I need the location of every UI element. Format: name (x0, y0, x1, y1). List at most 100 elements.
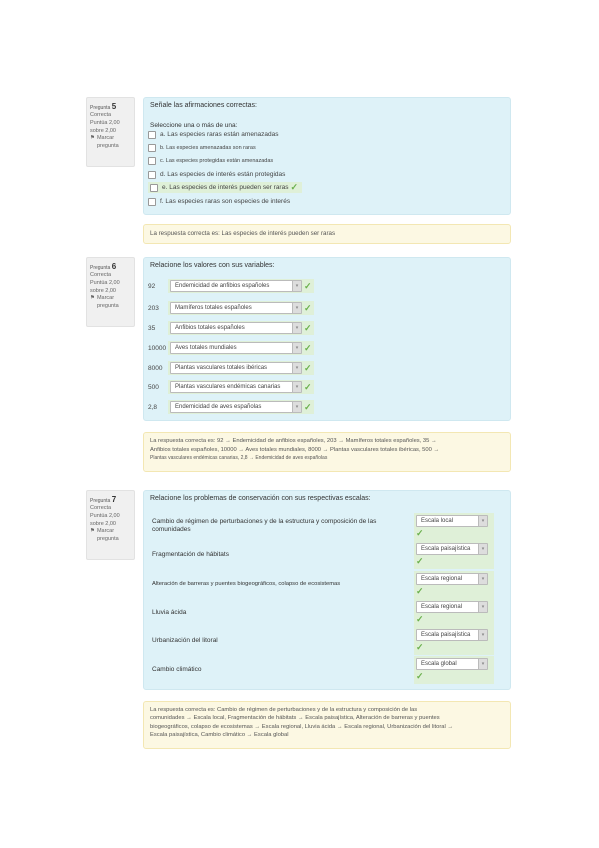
answer-select[interactable]: Plantas vasculares totales ibéricas ▾ (170, 362, 302, 374)
match-value: 8000 (148, 364, 163, 372)
chevron-down-icon: ▾ (478, 602, 487, 612)
check-icon: ✓ (304, 381, 312, 392)
match-row: 8000 Plantas vasculares totales ibéricas… (148, 361, 314, 375)
feedback-5: La respuesta correcta es: Las especies d… (143, 224, 511, 244)
match-value: 35 (148, 324, 156, 332)
check-icon: ✓ (416, 614, 424, 624)
scale-cell: Escala global ▾ ✓ (414, 656, 494, 684)
answer-select[interactable]: Endemicidad de aves españolas ▾ (170, 401, 302, 413)
question-prompt: Relacione los problemas de conservación … (150, 495, 371, 502)
scale-cell: Escala paisajística ▾ ✓ (414, 541, 494, 569)
problem-label: Urbanización del litoral (152, 637, 218, 644)
check-icon: ✓ (304, 362, 312, 373)
check-icon: ✓ (416, 642, 424, 652)
problem-label: Alteración de barreras y puentes biogeog… (152, 581, 341, 587)
correct-answer-line: biogeográficos, colapso de ecosistemas →… (150, 723, 454, 730)
check-icon: ✓ (304, 302, 312, 313)
option-b[interactable]: b. Las especies amenazadas son raras (148, 142, 256, 153)
flag-question-link[interactable]: ⚑ Marcar pregunta (90, 528, 131, 543)
answer-select[interactable]: Mamíferos totales españoles ▾ (170, 302, 302, 314)
match-row: 92 Endemicidad de anfibios españoles ▾ ✓ (148, 279, 314, 293)
chevron-down-icon: ▾ (478, 630, 487, 640)
question-prompt: Relacione los valores con sus variables: (150, 262, 275, 269)
match-row: 2,8 Endemicidad de aves españolas ▾ ✓ (148, 400, 314, 414)
flag-icon: ⚑ (90, 135, 95, 142)
chevron-down-icon: ▾ (292, 281, 301, 291)
question-score: Puntúa 2,00 sobre 2,00 (90, 512, 120, 527)
correct-answer-text: La respuesta correcta es: Las especies d… (150, 230, 336, 237)
chevron-down-icon: ▾ (292, 402, 301, 412)
correct-answer-line: Plantas vasculares endémicas canarias, 2… (150, 454, 328, 461)
checkbox-checked[interactable] (150, 183, 158, 192)
checkbox[interactable] (148, 156, 156, 165)
scale-select[interactable]: Escala regional ▾ (416, 601, 488, 613)
correct-answer-line: comunidades → Escala local, Fragmentació… (150, 715, 440, 722)
scale-select[interactable]: Escala paisajística ▾ (416, 629, 488, 641)
match-value: 203 (148, 304, 159, 312)
answer-select[interactable]: Anfibios totales españoles ▾ (170, 322, 302, 334)
scale-select[interactable]: Escala local ▾ (416, 515, 488, 527)
match-row: 35 Anfibios totales españoles ▾ ✓ (148, 321, 314, 335)
problem-label: Cambio de régimen de perturbaciones y de… (152, 518, 377, 534)
chevron-down-icon: ▾ (478, 574, 487, 584)
checkbox[interactable] (148, 197, 156, 206)
scale-cell: Escala local ▾ ✓ (414, 513, 494, 541)
correct-answer-line: Escala paisajística, Cambio climático → … (150, 732, 289, 739)
question-info-6: Pregunta 6 Correcta Puntúa 2,00 sobre 2,… (86, 257, 135, 327)
question-body-6: Relacione los valores con sus variables:… (143, 257, 511, 421)
flag-question-link[interactable]: ⚑ Marcar pregunta (90, 295, 131, 310)
check-icon: ✓ (416, 671, 424, 681)
checkbox[interactable] (148, 170, 156, 179)
question-status: Correcta (90, 505, 112, 512)
check-icon: ✓ (304, 401, 312, 412)
scale-select[interactable]: Escala regional ▾ (416, 573, 488, 585)
problem-label: Cambio climático (152, 666, 202, 673)
flag-question-link[interactable]: ⚑ Marcar pregunta (90, 135, 131, 150)
question-label: Pregunta (90, 498, 111, 504)
check-icon: ✓ (304, 322, 312, 333)
answer-select[interactable]: Plantas vasculares endémicas canarias ▾ (170, 381, 302, 393)
match-row: 10000 Aves totales mundiales ▾ ✓ (148, 341, 314, 355)
question-number: 7 (111, 495, 117, 504)
chevron-down-icon: ▾ (292, 343, 301, 353)
match-row: 203 Mamíferos totales españoles ▾ ✓ (148, 301, 314, 315)
checkbox[interactable] (148, 130, 156, 139)
scale-cell: Escala paisajística ▾ ✓ (414, 627, 494, 655)
answer-select[interactable]: Aves totales mundiales ▾ (170, 342, 302, 354)
option-e[interactable]: e. Las especies de interés pueden ser ra… (148, 182, 302, 193)
flag-icon: ⚑ (90, 528, 95, 535)
option-f[interactable]: f. Las especies raras son especies de in… (148, 196, 290, 207)
question-status: Correcta (90, 272, 112, 279)
option-c[interactable]: c. Las especies protegidas están amenaza… (148, 155, 273, 166)
question-info-7: Pregunta 7 Correcta Puntúa 2,00 sobre 2,… (86, 490, 135, 560)
question-score: Puntúa 2,00 sobre 2,00 (90, 279, 120, 294)
correct-answer-line: La respuesta correcta es: 92 → Endemicid… (150, 438, 437, 444)
correct-answer-line: La respuesta correcta es: Cambio de régi… (150, 707, 418, 713)
question-info-5: Pregunta 5 Correcta Puntúa 2,00 sobre 2,… (86, 97, 135, 167)
question-body-7: Relacione los problemas de conservación … (143, 490, 511, 690)
check-icon: ✓ (416, 586, 424, 596)
question-number: 6 (111, 262, 117, 271)
chevron-down-icon: ▾ (478, 659, 487, 669)
scale-cell: Escala regional ▾ ✓ (414, 571, 494, 599)
feedback-7: La respuesta correcta es: Cambio de régi… (143, 701, 511, 749)
option-a[interactable]: a. Las especies raras están amenazadas (148, 129, 279, 140)
chevron-down-icon: ▾ (292, 323, 301, 333)
checkbox[interactable] (148, 143, 156, 152)
match-value: 92 (148, 282, 156, 290)
option-d[interactable]: d. Las especies de interés están protegi… (148, 169, 285, 180)
problem-label: Fragmentación de hábitats (152, 551, 229, 558)
match-value: 10000 (148, 344, 167, 352)
chevron-down-icon: ▾ (478, 516, 487, 526)
question-label: Pregunta (90, 105, 111, 111)
scale-select[interactable]: Escala global ▾ (416, 658, 488, 670)
question-instruction: Seleccione una o más de una: (150, 122, 238, 129)
answer-select[interactable]: Endemicidad de anfibios españoles ▾ (170, 280, 302, 292)
match-row: 500 Plantas vasculares endémicas canaria… (148, 380, 314, 394)
scale-select[interactable]: Escala paisajística ▾ (416, 543, 488, 555)
flag-icon: ⚑ (90, 295, 95, 302)
question-prompt: Señale las afirmaciones correctas: (150, 102, 257, 109)
check-icon: ✓ (290, 182, 299, 192)
feedback-6: La respuesta correcta es: 92 → Endemicid… (143, 432, 511, 472)
match-value: 2,8 (148, 403, 158, 411)
